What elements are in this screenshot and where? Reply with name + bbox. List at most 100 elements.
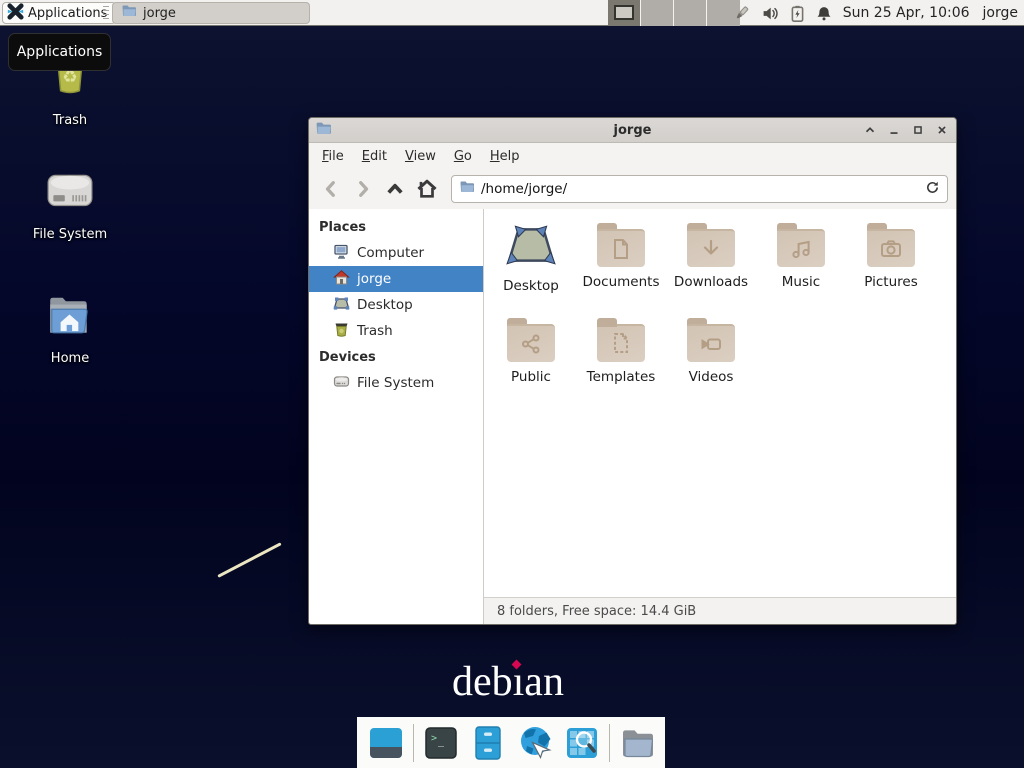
sidebar-item-label: File System — [357, 375, 434, 391]
menu-help[interactable]: Help — [481, 146, 529, 167]
terminal-icon[interactable]: > _ — [421, 723, 461, 763]
downloads-folder-icon — [687, 221, 735, 267]
sidebar-item-jorge[interactable]: jorge — [309, 266, 483, 292]
desktop-icon-file-system[interactable]: File System — [18, 166, 122, 242]
file-item-templates[interactable]: Templates — [576, 316, 666, 385]
sidebar-item-desktop[interactable]: Desktop — [309, 292, 483, 318]
back-button[interactable] — [317, 175, 345, 203]
panel-user-label: jorge — [983, 5, 1018, 21]
desktop-icon-label: Home — [51, 351, 89, 366]
trash-small-icon — [333, 321, 350, 342]
file-manager-window: jorge File Edit View Go Help — [308, 117, 957, 625]
file-item-music[interactable]: Music — [756, 221, 846, 290]
pictures-folder-icon — [867, 221, 915, 267]
computer-icon — [333, 243, 350, 264]
window-controls — [861, 122, 950, 139]
file-view[interactable]: Desktop Documents — [484, 209, 956, 597]
file-manager-icon[interactable] — [617, 723, 657, 763]
workspace-1[interactable] — [608, 0, 641, 26]
sidebar-item-label: Trash — [357, 323, 393, 339]
path-input[interactable]: /home/jorge/ — [481, 181, 919, 197]
music-folder-icon — [777, 221, 825, 267]
dock-separator — [609, 724, 610, 762]
file-item-documents[interactable]: Documents — [576, 221, 666, 290]
volume-icon[interactable] — [762, 5, 779, 22]
file-item-label: Public — [511, 369, 551, 385]
shade-button[interactable] — [861, 122, 878, 139]
drive-icon — [333, 373, 350, 394]
file-item-public[interactable]: Public — [486, 316, 576, 385]
templates-folder-icon — [597, 316, 645, 362]
close-button[interactable] — [933, 122, 950, 139]
reload-icon[interactable] — [925, 180, 940, 199]
sidebar-item-label: jorge — [357, 271, 391, 287]
user-home-icon — [333, 269, 350, 290]
notifications-bell-icon[interactable] — [816, 5, 832, 22]
sidebar-item-computer[interactable]: Computer — [309, 240, 483, 266]
svg-text:>: > — [431, 733, 437, 744]
debian-logo-text: debıan — [452, 659, 564, 705]
documents-folder-icon — [597, 221, 645, 267]
desktop-icon-home[interactable]: Home — [18, 290, 122, 366]
desktop-icon-label: File System — [33, 227, 107, 242]
desktop-icon — [333, 295, 350, 316]
menu-go[interactable]: Go — [445, 146, 481, 167]
desktop-doodle-line — [217, 542, 281, 578]
file-item-downloads[interactable]: Downloads — [666, 221, 756, 290]
path-bar[interactable]: /home/jorge/ — [451, 175, 948, 203]
folder-icon — [121, 3, 137, 23]
sidebar: Places Computer — [309, 209, 484, 624]
file-item-pictures[interactable]: Pictures — [846, 221, 936, 290]
desktop-icon-label: Trash — [53, 113, 87, 128]
public-folder-icon — [507, 316, 555, 362]
forward-button[interactable] — [349, 175, 377, 203]
debian-logo: debıan — [452, 658, 592, 708]
file-item-label: Documents — [583, 274, 660, 290]
app-finder-icon[interactable] — [562, 723, 602, 763]
menu-edit[interactable]: Edit — [353, 146, 396, 167]
input-device-icon[interactable] — [732, 4, 751, 23]
desktop-screen: Applications jorge — [0, 0, 1024, 768]
folder-icon — [459, 179, 475, 199]
workspace-2[interactable] — [641, 0, 674, 26]
sidebar-item-label: Computer — [357, 245, 424, 261]
applications-tooltip-text: Applications — [17, 44, 103, 60]
applications-menu-icon — [7, 3, 24, 24]
web-browser-icon[interactable] — [515, 723, 555, 763]
panel-grip-handle[interactable] — [103, 6, 109, 20]
workspace-3[interactable] — [674, 0, 707, 26]
sidebar-item-trash[interactable]: Trash — [309, 318, 483, 344]
workspace-window-thumb — [614, 5, 634, 20]
dock-separator — [413, 724, 414, 762]
file-pane: Desktop Documents — [484, 209, 956, 624]
minimize-button[interactable] — [885, 122, 902, 139]
file-item-videos[interactable]: Videos — [666, 316, 756, 385]
file-item-label: Downloads — [674, 274, 748, 290]
menu-file[interactable]: File — [313, 146, 353, 167]
desktop-surface-icon — [506, 221, 556, 271]
battery-icon[interactable] — [790, 5, 805, 22]
show-desktop-icon[interactable] — [366, 723, 406, 763]
window-title: jorge — [309, 123, 956, 138]
maximize-button[interactable] — [909, 122, 926, 139]
window-body: Places Computer — [309, 209, 956, 624]
file-cabinet-icon[interactable] — [468, 723, 508, 763]
up-button[interactable] — [381, 175, 409, 203]
file-item-label: Music — [782, 274, 820, 290]
applications-menu-label: Applications — [28, 6, 107, 21]
toolbar: /home/jorge/ — [309, 169, 956, 209]
statusbar: 8 folders, Free space: 14.4 GiB — [484, 597, 956, 624]
panel-clock[interactable]: Sun 25 Apr, 10:06 — [843, 5, 970, 21]
sidebar-item-file-system[interactable]: File System — [309, 370, 483, 396]
window-titlebar[interactable]: jorge — [309, 118, 956, 143]
file-item-desktop[interactable]: Desktop — [486, 221, 576, 294]
applications-menu-button[interactable]: Applications — [2, 2, 116, 24]
taskbar-window-button[interactable]: jorge — [112, 2, 310, 24]
svg-text:_: _ — [438, 736, 445, 747]
panel-tray-area: Sun 25 Apr, 10:06 jorge — [732, 0, 1018, 26]
filesystem-drive-icon — [44, 166, 96, 220]
sidebar-devices-header: Devices — [309, 344, 483, 370]
file-item-label: Pictures — [864, 274, 917, 290]
home-button[interactable] — [413, 175, 441, 203]
menu-view[interactable]: View — [396, 146, 445, 167]
